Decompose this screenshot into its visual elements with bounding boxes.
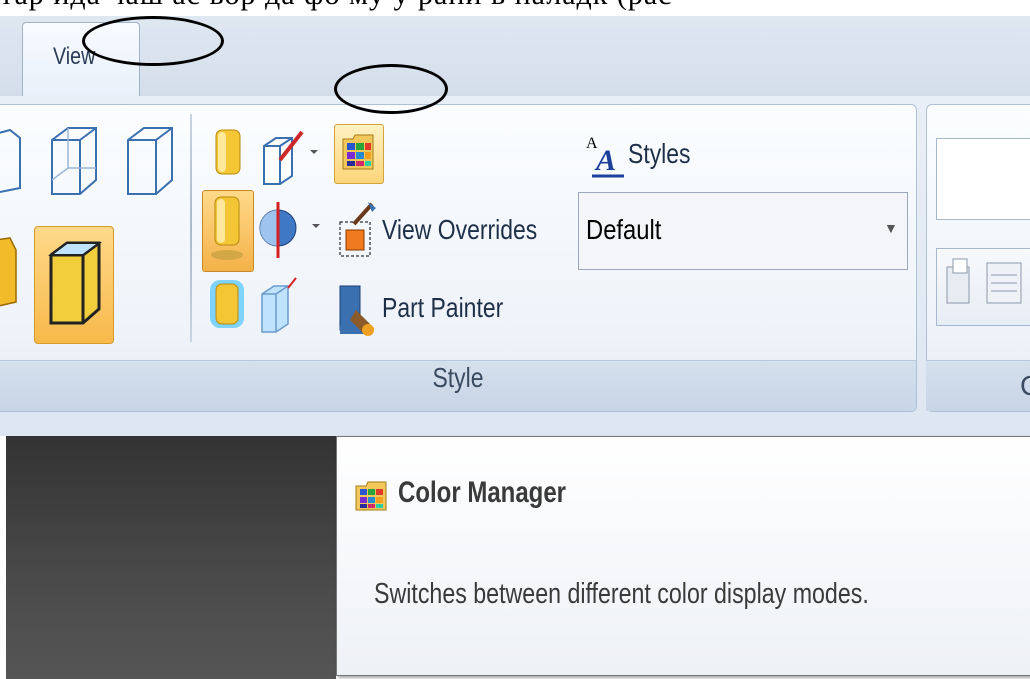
box-hidden-edges-icon[interactable] [44, 124, 100, 200]
shaded-visible-edges-icon [211, 196, 243, 260]
next-group-label: C [1020, 370, 1030, 402]
style-group-label: Style [432, 362, 484, 393]
next-group-footer [926, 360, 1030, 411]
color-manager-tooltip-icon [355, 481, 387, 511]
color-manager-button[interactable] [334, 124, 384, 184]
view-overrides-icon[interactable] [338, 200, 378, 264]
svg-text:A: A [594, 144, 616, 177]
annotation-ellipse-color-manager [334, 64, 448, 114]
graphics-window[interactable] [6, 436, 336, 679]
layout-icon [946, 258, 1022, 304]
shaded-visible-edges-button[interactable] [202, 190, 254, 272]
color-manager-icon [342, 134, 374, 170]
chevron-down-icon[interactable]: ▼ [884, 220, 898, 236]
next-group-buttons[interactable] [936, 248, 1030, 326]
group-separator [190, 114, 192, 342]
shaded-icon[interactable] [208, 124, 250, 184]
tooltip-title: Color Manager [398, 476, 567, 509]
tooltip [336, 436, 1030, 676]
shaded-active-button[interactable] [34, 226, 114, 344]
tooltip-description: Switches between different color display… [374, 578, 869, 610]
part-painter-label[interactable]: Part Painter [382, 292, 503, 324]
shaded-highlight-icon[interactable] [206, 276, 248, 334]
shaded-partial-icon[interactable] [0, 232, 22, 312]
view-overrides-label[interactable]: View Overrides [382, 214, 537, 246]
style-dropdown-value: Default [586, 214, 662, 245]
styles-label[interactable]: Styles [628, 138, 691, 170]
wand-icon[interactable] [256, 128, 318, 186]
box-visible-edges-icon[interactable] [122, 124, 178, 200]
sphere-section-icon[interactable] [256, 198, 322, 262]
annotation-ellipse-tab [82, 16, 224, 66]
styles-icon[interactable]: A A [584, 130, 628, 180]
next-group-field[interactable] [936, 138, 1030, 220]
shaded-box-icon [48, 241, 102, 325]
part-painter-icon[interactable] [338, 280, 378, 344]
transparency-icon[interactable] [256, 276, 306, 334]
box-partial-icon[interactable] [0, 128, 26, 198]
